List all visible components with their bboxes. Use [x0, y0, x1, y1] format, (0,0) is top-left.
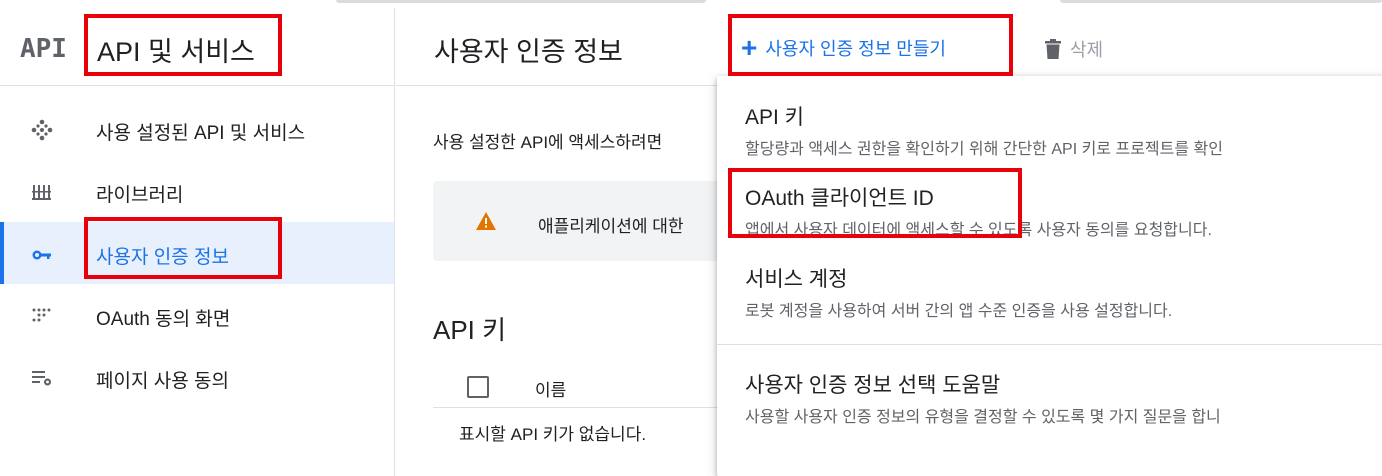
highlight-box: [84, 217, 282, 279]
warning-icon: [476, 212, 496, 230]
column-header-name[interactable]: 이름: [535, 376, 566, 401]
sidebar-item-label: 페이지 사용 동의: [96, 371, 229, 392]
sidebar-item-label: OAuth 동의 화면: [96, 309, 231, 330]
menu-item-description: 로봇 계정을 사용하여 서버 간의 앱 수준 인증을 사용 설정합니다.: [745, 303, 1173, 320]
top-divider: [1060, 0, 1382, 3]
highlight-box: [84, 14, 282, 76]
create-credentials-menu: API 키 할당량과 액세스 권한을 확인하기 위해 간단한 API 키로 프로…: [717, 76, 1382, 476]
sidebar-item-enabled-apis[interactable]: 사용 설정된 API 및 서비스: [0, 98, 394, 160]
menu-item-description: 할당량과 액세스 권한을 확인하기 위해 간단한 API 키로 프로젝트를 확인: [745, 141, 1223, 158]
top-divider: [336, 0, 706, 3]
top-strip: [0, 0, 1382, 8]
consent-dots-icon: [32, 308, 51, 322]
table-header: 이름: [433, 364, 718, 408]
highlight-box: [728, 14, 1013, 76]
menu-item-description: 사용할 사용자 인증 정보의 유형을 결정할 수 있도록 몇 가지 질문을 합니: [745, 409, 1221, 426]
select-all-checkbox[interactable]: [467, 376, 489, 398]
menu-item-help-choose[interactable]: 사용자 인증 정보 선택 도움말 사용할 사용자 인증 정보의 유형을 결정할 …: [717, 345, 1382, 476]
warning-banner: 애플리케이션에 대한: [433, 181, 718, 261]
page-title: 사용자 인증 정보: [434, 37, 623, 67]
sidebar-item-label: 라이브러리: [96, 185, 184, 206]
delete-button[interactable]: 삭제: [1044, 36, 1103, 62]
library-icon: [32, 185, 51, 200]
warning-text: 애플리케이션에 대한: [538, 217, 684, 236]
sidebar-item-page-usage[interactable]: 페이지 사용 동의: [0, 346, 394, 408]
main-content: 사용 설정한 API에 액세스하려면 애플리케이션에 대한 API 키 이름 표…: [396, 87, 718, 476]
delete-label: 삭제: [1070, 40, 1104, 60]
sidebar-item-library[interactable]: 라이브러리: [0, 160, 394, 222]
key-icon: [32, 250, 51, 260]
sidebar-item-label: 사용 설정된 API 및 서비스: [96, 123, 306, 144]
empty-table-message: 표시할 API 키가 없습니다.: [459, 425, 647, 444]
diamond-dots-icon: [31, 119, 53, 141]
section-title: API 키: [433, 315, 507, 345]
menu-item-api-key[interactable]: API 키 할당량과 액세스 권한을 확인하기 위해 간단한 API 키로 프로…: [717, 76, 1382, 168]
menu-item-title: 사용자 인증 정보 선택 도움말: [745, 374, 1001, 397]
api-logo: API: [20, 34, 67, 64]
trash-icon: [1045, 39, 1061, 59]
list-settings-icon: [32, 371, 51, 386]
menu-item-service-account[interactable]: 서비스 계정 로봇 계정을 사용하여 서버 간의 앱 수준 인증을 사용 설정합…: [717, 256, 1382, 344]
menu-item-title: API 키: [745, 106, 805, 129]
sidebar-item-oauth-consent[interactable]: OAuth 동의 화면: [0, 284, 394, 346]
highlight-box: [728, 168, 1022, 238]
menu-item-title: 서비스 계정: [745, 268, 848, 291]
intro-text: 사용 설정한 API에 액세스하려면: [433, 133, 663, 152]
